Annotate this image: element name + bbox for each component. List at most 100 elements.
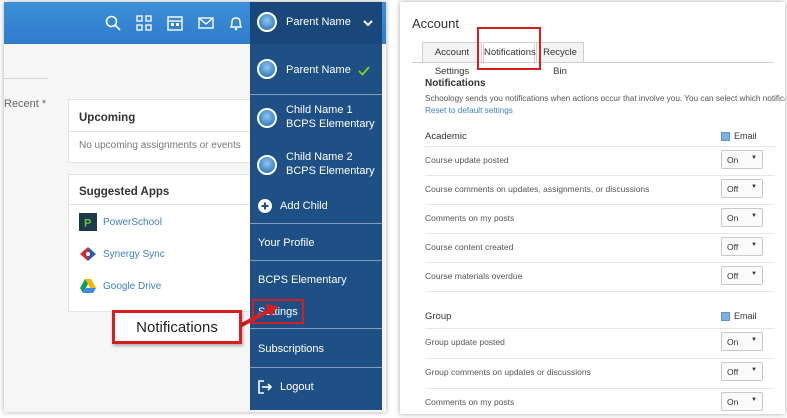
tab-recycle-bin[interactable]: Recycle Bin <box>536 42 584 77</box>
bell-icon[interactable] <box>227 14 245 32</box>
user-menu-header[interactable]: Parent Name <box>250 2 382 44</box>
avatar <box>257 59 277 79</box>
caret-down-icon: ▼ <box>751 184 757 190</box>
notification-label: Group update posted <box>425 337 505 347</box>
notifications-callout: Notifications <box>112 310 242 344</box>
notification-row: Course materials overdue Off ▼ <box>425 262 775 287</box>
notification-row: Course comments on updates, assignments,… <box>425 175 775 200</box>
plus-circle-icon <box>258 199 272 213</box>
notifications-heading: Notifications <box>425 78 486 89</box>
divider <box>69 131 257 132</box>
logout-button[interactable]: Logout <box>250 368 382 406</box>
section-header-academic: Academic Email <box>425 126 775 146</box>
add-child-label: Add Child <box>280 200 328 212</box>
calendar-icon[interactable] <box>166 14 184 32</box>
powerschool-logo-icon: P <box>79 213 97 231</box>
account-school: BCPS Elementary <box>286 118 375 130</box>
page-title: Account <box>412 16 459 31</box>
app-name: Synergy Sync <box>103 249 165 260</box>
notification-row: Group update posted On ▼ <box>425 328 775 353</box>
email-checkbox[interactable] <box>721 312 730 321</box>
checkmark-icon <box>358 64 370 76</box>
notification-select[interactable]: On ▼ <box>721 392 763 411</box>
avatar <box>257 108 277 128</box>
account-name: Parent Name <box>286 64 351 76</box>
caret-down-icon: ▼ <box>751 155 757 161</box>
your-profile-label: Your Profile <box>258 237 315 249</box>
notification-row: Group comments on updates or discussions… <box>425 358 775 383</box>
account-school: BCPS Elementary <box>286 165 375 177</box>
notification-label: Comments on my posts <box>425 397 515 407</box>
google-drive-logo-icon <box>79 277 97 295</box>
app-name: PowerSchool <box>103 217 162 228</box>
notification-select[interactable]: On ▼ <box>721 150 763 169</box>
notification-label: Course comments on updates, assignments,… <box>425 184 650 194</box>
grid-icon[interactable] <box>135 14 153 32</box>
notification-select[interactable]: Off ▼ <box>721 237 763 256</box>
school-label: BCPS Elementary <box>258 274 347 286</box>
divider <box>425 291 775 292</box>
divider <box>4 78 48 79</box>
notification-select[interactable]: On ▼ <box>721 332 763 351</box>
callout-label: Notifications <box>136 319 218 336</box>
mail-icon[interactable] <box>197 14 215 32</box>
notification-select[interactable]: Off ▼ <box>721 266 763 285</box>
notification-label: Course update posted <box>425 155 509 165</box>
notification-select[interactable]: Off ▼ <box>721 362 763 381</box>
email-label: Email <box>734 311 757 321</box>
account-item-parent[interactable]: Parent Name <box>250 44 382 94</box>
email-label: Email <box>734 131 757 141</box>
upcoming-empty-text: No upcoming assignments or events <box>79 140 241 151</box>
user-dropdown-menu: Parent Name Parent Name Child Name 1 BCP… <box>250 2 382 410</box>
suggested-apps-card: Suggested Apps P PowerSchool Synergy Syn… <box>68 174 258 312</box>
account-item-child-1[interactable]: Child Name 1 BCPS Elementary <box>250 95 382 142</box>
divider <box>69 204 257 205</box>
notification-row: Comments on my posts On ▼ <box>425 204 775 229</box>
select-value: On <box>727 155 739 165</box>
section-title: Academic <box>425 131 467 142</box>
chevron-down-icon[interactable] <box>362 16 374 28</box>
notification-row: Comments on my posts On ▼ <box>425 388 775 413</box>
notifications-tab-highlight-box <box>477 27 541 70</box>
app-name: Google Drive <box>103 281 162 292</box>
select-value: Off <box>727 367 739 377</box>
reset-defaults-link[interactable]: Reset to default settings <box>425 106 513 115</box>
select-value: On <box>727 397 739 407</box>
recent-filter[interactable]: Recent * <box>4 98 46 110</box>
subscriptions-label: Subscriptions <box>258 343 325 355</box>
upcoming-title: Upcoming <box>79 112 136 124</box>
account-name: Child Name 2 <box>286 151 353 163</box>
logout-label: Logout <box>280 381 314 393</box>
tab-account-settings[interactable]: Account Settings <box>422 42 482 77</box>
email-checkbox[interactable] <box>721 132 730 141</box>
select-value: On <box>727 337 739 347</box>
synergy-logo-icon <box>79 245 97 263</box>
notification-label: Group comments on updates or discussions <box>425 367 591 377</box>
caret-down-icon: ▼ <box>751 367 757 373</box>
notification-row: Course update posted On ▼ <box>425 146 775 171</box>
caret-down-icon: ▼ <box>751 213 757 219</box>
section-header-group: Group Email <box>425 306 775 326</box>
caret-down-icon: ▼ <box>751 242 757 248</box>
notification-label: Course materials overdue <box>425 271 523 281</box>
caret-down-icon: ▼ <box>751 271 757 277</box>
notification-label: Course content created <box>425 242 514 252</box>
notification-label: Comments on my posts <box>425 213 515 223</box>
caret-down-icon: ▼ <box>751 337 757 343</box>
school-link[interactable]: BCPS Elementary <box>250 261 382 297</box>
schoology-home-panel: Recent * Upcoming No upcoming assignment… <box>4 2 386 412</box>
avatar <box>257 155 277 175</box>
tabs-underline <box>412 62 774 63</box>
notification-select[interactable]: Off ▼ <box>721 179 763 198</box>
notification-select[interactable]: On ▼ <box>721 208 763 227</box>
account-name: Child Name 1 <box>286 104 353 116</box>
avatar <box>257 12 277 32</box>
svg-text:P: P <box>84 218 91 230</box>
your-profile-link[interactable]: Your Profile <box>250 224 382 260</box>
search-icon[interactable] <box>104 14 122 32</box>
select-value: Off <box>727 242 739 252</box>
notification-row: Course content created Off ▼ <box>425 233 775 258</box>
section-title: Group <box>425 311 452 322</box>
account-item-child-2[interactable]: Child Name 2 BCPS Elementary <box>250 142 382 189</box>
add-child-button[interactable]: Add Child <box>250 189 382 223</box>
